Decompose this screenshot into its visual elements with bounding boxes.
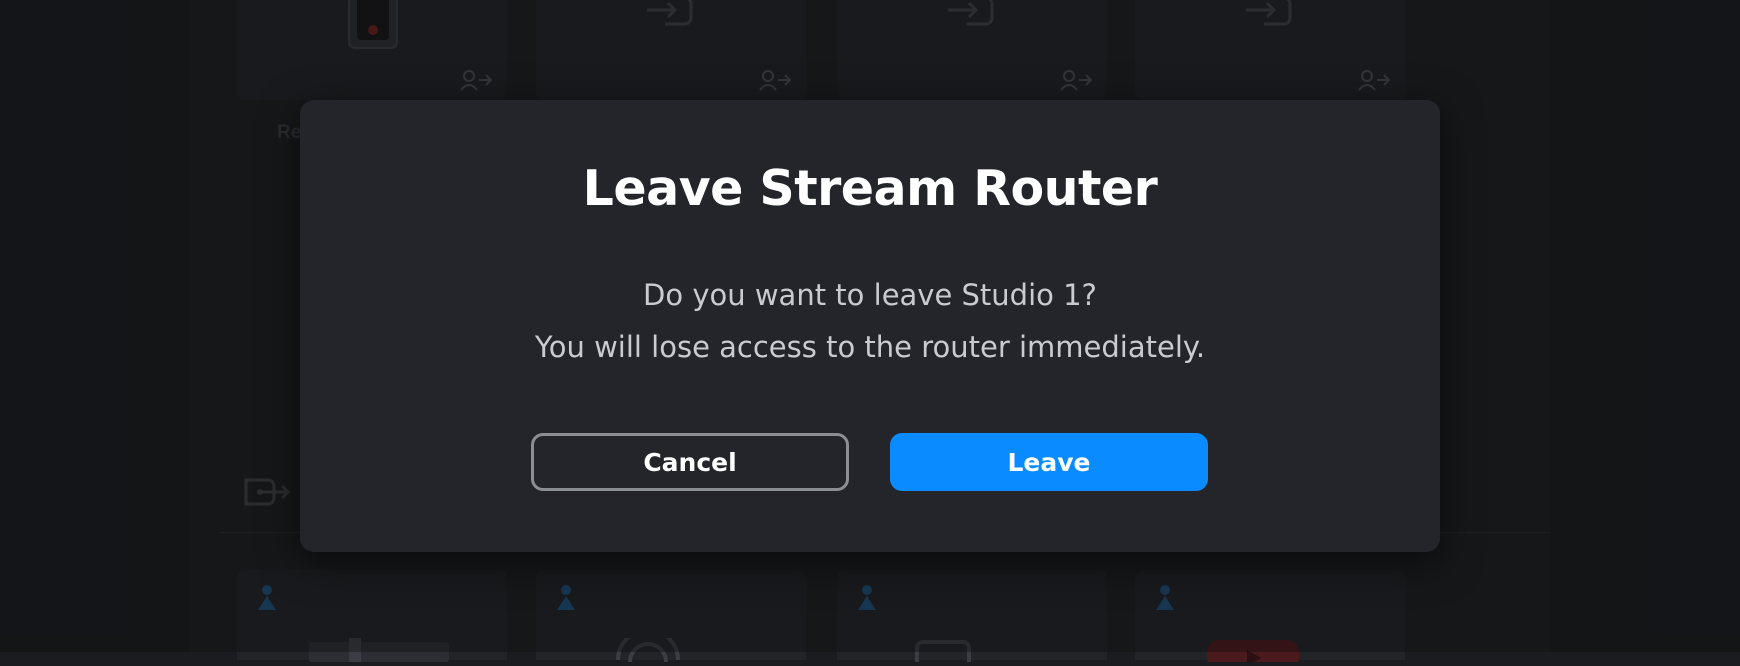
leave-button[interactable]: Leave — [890, 433, 1208, 491]
leave-router-dialog: Leave Stream Router Do you want to leave… — [300, 100, 1440, 552]
dialog-message-line2: You will lose access to the router immed… — [534, 330, 1206, 364]
dialog-title: Leave Stream Router — [582, 160, 1158, 217]
dialog-message-line1: Do you want to leave Studio 1? — [643, 278, 1097, 312]
cancel-button[interactable]: Cancel — [531, 433, 849, 491]
